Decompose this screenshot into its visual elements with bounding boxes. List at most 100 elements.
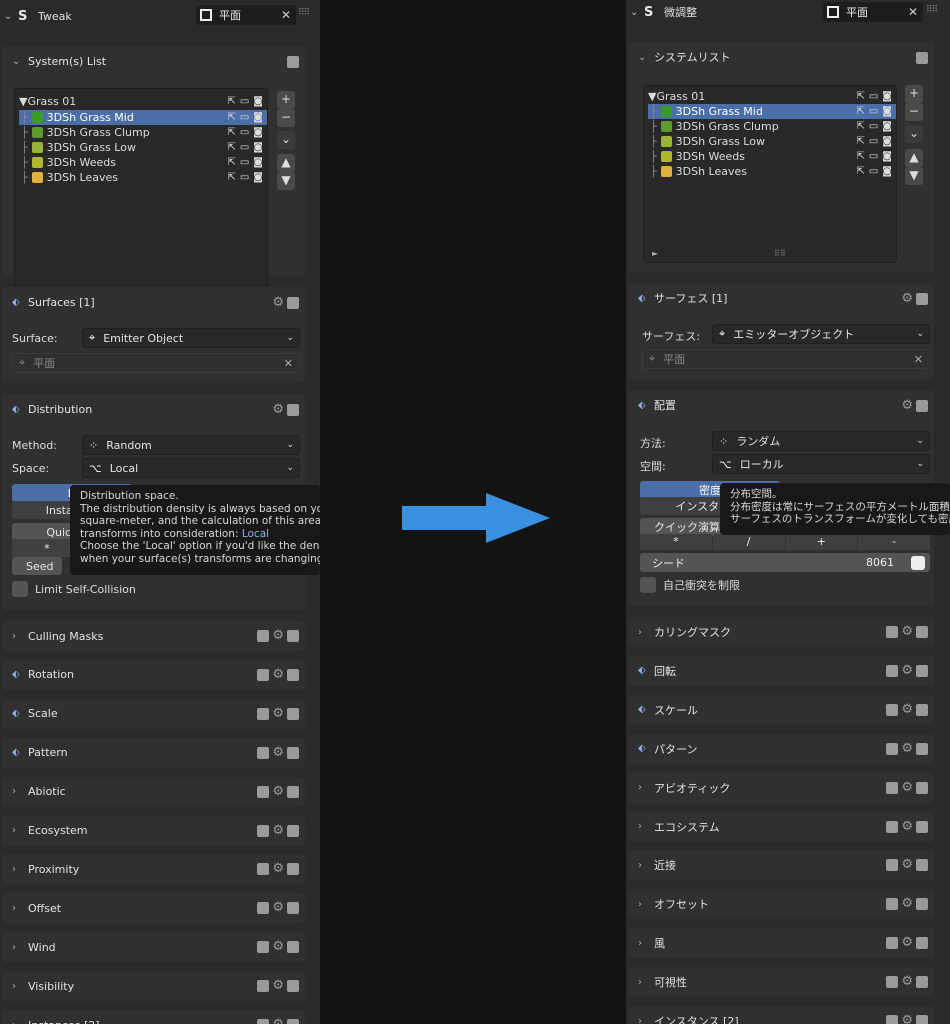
camera-icon[interactable]: ◙ (253, 157, 263, 168)
gear-icon[interactable]: ⚙ (272, 296, 284, 309)
collapsed-panel[interactable]: ⬖ パターン ⚙ (628, 733, 934, 764)
collapsed-panel[interactable]: › Visibility ⚙ (2, 971, 305, 1002)
gear-icon[interactable]: ⚙ (901, 820, 913, 833)
checkbox-icon[interactable] (257, 824, 270, 837)
chevron-right-icon[interactable]: › (12, 825, 28, 836)
gear-icon[interactable]: ⚙ (272, 668, 284, 681)
info-icon[interactable] (287, 902, 299, 915)
chevron-down-icon[interactable]: ⌄ (630, 7, 640, 18)
collapsed-panel[interactable]: › Proximity ⚙ (2, 854, 305, 885)
select-arrow-icon[interactable]: ⇱ (227, 127, 235, 138)
collapsed-panel[interactable]: › カリングマスク ⚙ (628, 617, 934, 647)
collapsed-panel[interactable]: ⬖ Rotation ⚙ (2, 659, 305, 690)
surface-object-field[interactable]: ⌖ 平面 ✕ (12, 353, 300, 373)
quick-math-op-button[interactable]: / (712, 534, 785, 550)
menu-button[interactable]: ⌄ (905, 125, 923, 143)
info-icon[interactable] (916, 937, 928, 950)
info-icon[interactable] (287, 746, 299, 759)
checkbox-icon[interactable] (257, 746, 270, 759)
monitor-icon[interactable]: ▭ (240, 112, 249, 123)
subpanel-icon[interactable]: ⬖ (12, 297, 28, 308)
camera-icon[interactable]: ◙ (253, 127, 263, 138)
chevron-down-icon[interactable]: ⌄ (4, 11, 14, 22)
chevron-right-icon[interactable]: › (12, 1020, 28, 1024)
gear-icon[interactable]: ⚙ (901, 742, 913, 755)
checkbox-icon[interactable] (257, 668, 270, 681)
subpanel-icon[interactable]: ⬖ (12, 708, 28, 719)
clear-icon[interactable]: ✕ (908, 5, 918, 19)
checkbox-icon[interactable] (257, 902, 270, 915)
checkbox-icon[interactable] (886, 898, 899, 911)
monitor-icon[interactable]: ▭ (240, 96, 249, 107)
info-icon[interactable] (287, 404, 299, 416)
subpanel-icon[interactable]: ⬖ (638, 293, 654, 304)
select-arrow-icon[interactable]: ⇱ (856, 121, 864, 132)
checkbox-icon[interactable] (886, 781, 899, 794)
subpanel-icon[interactable]: ⬖ (638, 400, 654, 411)
group-row[interactable]: ▼ Grass 01 ⇱ ▭ ◙ (19, 94, 267, 109)
collapsed-panel[interactable]: › Ecosystem ⚙ (2, 815, 305, 846)
subpanel-icon[interactable]: ⬖ (12, 747, 28, 758)
camera-icon[interactable]: ◙ (882, 121, 892, 132)
camera-icon[interactable]: ◙ (882, 136, 892, 147)
chevron-right-icon[interactable]: › (12, 942, 28, 953)
quick-math-op-button[interactable]: - (858, 534, 930, 550)
monitor-icon[interactable]: ▭ (240, 142, 249, 153)
chevron-right-icon[interactable]: › (638, 860, 654, 871)
subpanel-icon[interactable]: ⬖ (638, 665, 654, 676)
gear-icon[interactable]: ⚙ (901, 936, 913, 949)
info-icon[interactable] (916, 898, 928, 911)
checkbox-icon[interactable] (257, 863, 270, 876)
checkbox-icon[interactable] (257, 980, 270, 993)
seed-field[interactable]: シード 8061 (640, 553, 930, 572)
system-item[interactable]: ├ 3DSh Leaves ⇱ ▭ ◙ (19, 170, 267, 185)
info-icon[interactable] (287, 668, 299, 681)
surface-dropdown[interactable]: ⌖ Emitter Object ⌄ (82, 328, 300, 348)
info-icon[interactable] (916, 626, 928, 638)
system-item[interactable]: ├ 3DSh Leaves ⇱ ▭ ◙ (648, 164, 896, 179)
gear-icon[interactable]: ⚙ (272, 979, 284, 992)
move-up-button[interactable]: ▲ (905, 149, 923, 167)
info-icon[interactable] (916, 664, 928, 677)
checkbox-icon[interactable] (886, 937, 899, 950)
checkbox-icon[interactable] (886, 626, 899, 638)
move-down-button[interactable]: ▼ (277, 172, 295, 190)
chevron-down-icon[interactable]: ⌄ (638, 52, 654, 63)
camera-icon[interactable]: ◙ (253, 142, 263, 153)
monitor-icon[interactable]: ▭ (869, 136, 878, 147)
gear-icon[interactable]: ⚙ (901, 399, 913, 412)
gear-icon[interactable]: ⚙ (272, 629, 284, 642)
gear-icon[interactable]: ⚙ (901, 625, 913, 638)
camera-icon[interactable]: ◙ (253, 96, 263, 107)
checkbox-box[interactable] (640, 577, 656, 593)
camera-icon[interactable]: ◙ (253, 172, 263, 183)
select-arrow-icon[interactable]: ⇱ (856, 106, 864, 117)
checkbox-icon[interactable] (886, 976, 899, 989)
checkbox-icon[interactable] (257, 785, 270, 798)
gear-icon[interactable]: ⚙ (272, 824, 284, 837)
gear-icon[interactable]: ⚙ (901, 858, 913, 871)
subpanel-icon[interactable]: ⬖ (12, 669, 28, 680)
collapsed-panel[interactable]: › 風 ⚙ (628, 928, 934, 959)
chevron-right-icon[interactable]: › (12, 631, 28, 642)
chevron-right-icon[interactable]: › (638, 977, 654, 988)
move-up-button[interactable]: ▲ (277, 154, 295, 172)
info-icon[interactable] (287, 941, 299, 954)
info-icon[interactable] (287, 863, 299, 876)
collapsed-panel[interactable]: › Abiotic ⚙ (2, 776, 305, 807)
gear-icon[interactable]: ⚙ (901, 781, 913, 794)
collapsed-panel[interactable]: › Culling Masks ⚙ (2, 621, 305, 651)
surface-dropdown[interactable]: ⌖ エミッターオブジェクト ⌄ (712, 324, 930, 344)
camera-icon[interactable]: ◙ (882, 91, 892, 102)
collapsed-panel[interactable]: › 可視性 ⚙ (628, 967, 934, 998)
gear-icon[interactable]: ⚙ (272, 785, 284, 798)
space-dropdown[interactable]: ⌥ ローカル ⌄ (712, 454, 930, 474)
system-item[interactable]: ├ 3DSh Grass Mid ⇱ ▭ ◙ (19, 110, 267, 125)
chevron-right-icon[interactable]: › (12, 864, 28, 875)
monitor-icon[interactable]: ▭ (869, 151, 878, 162)
checkbox-icon[interactable] (257, 707, 270, 720)
method-dropdown[interactable]: ⁘ Random ⌄ (82, 435, 300, 455)
info-icon[interactable] (916, 781, 928, 794)
info-icon[interactable] (287, 297, 299, 309)
select-arrow-icon[interactable]: ⇱ (227, 142, 235, 153)
